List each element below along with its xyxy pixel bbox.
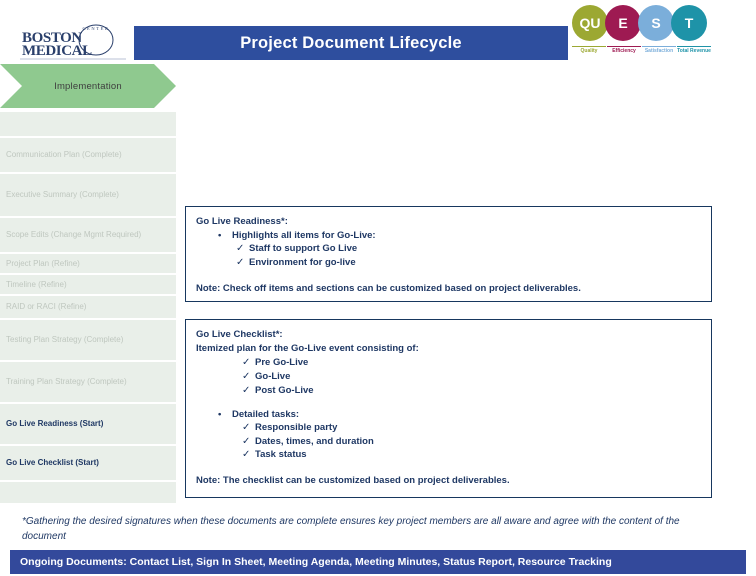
checklist-check-text-3: Post Go-Live <box>255 384 314 396</box>
quest-label-quality: Quality <box>572 46 606 55</box>
quest-label-satisfaction: Satisfaction <box>642 46 676 55</box>
signature-footnote: *Gathering the desired signatures when t… <box>22 516 680 542</box>
document-list-item[interactable]: Testing Plan Strategy (Complete) <box>0 320 176 362</box>
checkmark-icon: ✓ <box>242 384 251 396</box>
readiness-check-row-1: ✓ Staff to support Go Live <box>236 242 701 256</box>
checklist-subheading: Itemized plan for the Go-Live event cons… <box>196 343 419 355</box>
document-list-item-label: Project Plan (Refine) <box>6 258 80 268</box>
document-list-item[interactable]: Executive Summary (Complete) <box>0 174 176 218</box>
logo-artwork: CENTER BOSTON MEDICAL <box>20 24 126 60</box>
page-title-bar: Project Document Lifecycle <box>134 26 568 60</box>
quest-logo: QU E S T Quality Efficiency Satisfaction… <box>572 5 711 69</box>
readiness-note: Note: Check off items and sections can b… <box>196 282 581 294</box>
document-list-item[interactable]: Project Plan (Refine) <box>0 254 176 275</box>
checklist-spacer <box>196 398 701 408</box>
page-title: Project Document Lifecycle <box>240 33 462 52</box>
logo-arc-text: CENTER <box>82 26 109 31</box>
boston-medical-center-logo: CENTER BOSTON MEDICAL <box>18 20 130 62</box>
checkmark-icon: ✓ <box>242 357 251 369</box>
checkmark-icon: ✓ <box>236 243 245 255</box>
ongoing-documents-text: Ongoing Documents: Contact List, Sign In… <box>20 556 612 568</box>
go-live-readiness-box: Go Live Readiness*: • Highlights all ite… <box>185 206 712 302</box>
quest-letter-e: E <box>618 15 628 31</box>
checklist-task-row-2: ✓ Dates, times, and duration <box>242 435 701 449</box>
checklist-check-text-2: Go-Live <box>255 371 291 383</box>
checklist-task-text-1: Responsible party <box>255 421 338 433</box>
quest-circle-qu: QU <box>572 5 608 41</box>
checklist-check-text-1: Pre Go-Live <box>255 357 309 369</box>
readiness-check-text-2: Environment for go-live <box>249 257 356 269</box>
checklist-task-text-3: Task status <box>255 449 307 461</box>
document-list-item-label: Go Live Checklist (Start) <box>6 458 99 467</box>
checklist-task-row-3: ✓ Task status <box>242 448 701 462</box>
document-list-item[interactable]: Scope Edits (Change Mgmt Required) <box>0 218 176 254</box>
page-header: CENTER BOSTON MEDICAL Project Document L… <box>0 0 756 72</box>
checkmark-icon: ✓ <box>242 435 251 447</box>
checklist-bullet-row: • Detailed tasks: <box>218 408 701 421</box>
checkmark-icon: ✓ <box>236 257 245 269</box>
checklist-check-row-1: ✓ Pre Go-Live <box>242 356 701 370</box>
readiness-bullet-text: Highlights all items for Go-Live: <box>232 230 376 242</box>
quest-circle-s: S <box>638 5 674 41</box>
readiness-check-text-1: Staff to support Go Live <box>249 243 358 255</box>
quest-circle-e: E <box>605 5 641 41</box>
checkmark-icon: ✓ <box>242 371 251 383</box>
bullet-dot-icon: • <box>218 408 222 420</box>
phase-sidebar: Implementation Communication Plan (Compl… <box>0 64 176 505</box>
phase-label: Implementation <box>54 80 122 92</box>
bullet-dot-icon: • <box>218 230 222 242</box>
document-list-item[interactable]: Communication Plan (Complete) <box>0 138 176 174</box>
phase-chevron-implementation: Implementation <box>0 64 176 108</box>
quest-circles: QU E S T <box>572 5 707 41</box>
document-list-item-label: Training Plan Strategy (Complete) <box>6 377 127 386</box>
checklist-note: Note: The checklist can be customized ba… <box>196 475 510 487</box>
document-list-item-label: Timeline (Refine) <box>6 279 67 289</box>
document-list-spacer <box>0 112 176 138</box>
document-list-item-label: Scope Edits (Change Mgmt Required) <box>6 230 142 239</box>
document-list-item-label: Communication Plan (Complete) <box>6 150 122 159</box>
document-list-item[interactable]: Go Live Readiness (Start) <box>0 404 176 446</box>
ongoing-documents-banner: Ongoing Documents: Contact List, Sign In… <box>10 550 746 574</box>
document-list-item[interactable]: Training Plan Strategy (Complete) <box>0 362 176 404</box>
document-list-item-label: Executive Summary (Complete) <box>6 190 119 199</box>
quest-letter-s: S <box>651 15 661 31</box>
document-list-item[interactable]: Go Live Checklist (Start) <box>0 446 176 482</box>
logo-line-2: MEDICAL <box>22 43 92 59</box>
quest-label-efficiency: Efficiency <box>607 46 641 55</box>
document-list-item[interactable]: RAID or RACI (Refine) <box>0 296 176 320</box>
checkmark-icon: ✓ <box>242 421 251 433</box>
quest-letter-qu: QU <box>579 15 601 31</box>
checklist-check-row-3: ✓ Post Go-Live <box>242 384 701 398</box>
checklist-heading: Go Live Checklist*: <box>196 329 283 340</box>
readiness-bullet-row: • Highlights all items for Go-Live: <box>218 229 701 242</box>
checkmark-icon: ✓ <box>242 449 251 461</box>
readiness-check-row-2: ✓ Environment for go-live <box>236 256 701 270</box>
quest-labels: Quality Efficiency Satisfaction Total Re… <box>572 46 712 55</box>
checklist-bullet-text: Detailed tasks: <box>232 408 300 420</box>
checklist-task-text-2: Dates, times, and duration <box>255 435 374 447</box>
document-list-spacer <box>0 482 176 505</box>
checklist-check-row-2: ✓ Go-Live <box>242 370 701 384</box>
checklist-task-row-1: ✓ Responsible party <box>242 421 701 435</box>
document-list-item-label: Testing Plan Strategy (Complete) <box>6 335 124 344</box>
readiness-heading: Go Live Readiness*: <box>196 216 288 227</box>
document-list-item[interactable]: Timeline (Refine) <box>0 275 176 296</box>
quest-circle-t: T <box>671 5 707 41</box>
document-list-item-label: Go Live Readiness (Start) <box>6 419 104 428</box>
quest-label-total-revenue: Total Revenue <box>677 46 711 54</box>
document-list: Communication Plan (Complete) Executive S… <box>0 112 176 505</box>
go-live-checklist-box: Go Live Checklist*: Itemized plan for th… <box>185 319 712 498</box>
document-list-item-label: RAID or RACI (Refine) <box>6 302 87 311</box>
quest-letter-t: T <box>684 15 694 31</box>
